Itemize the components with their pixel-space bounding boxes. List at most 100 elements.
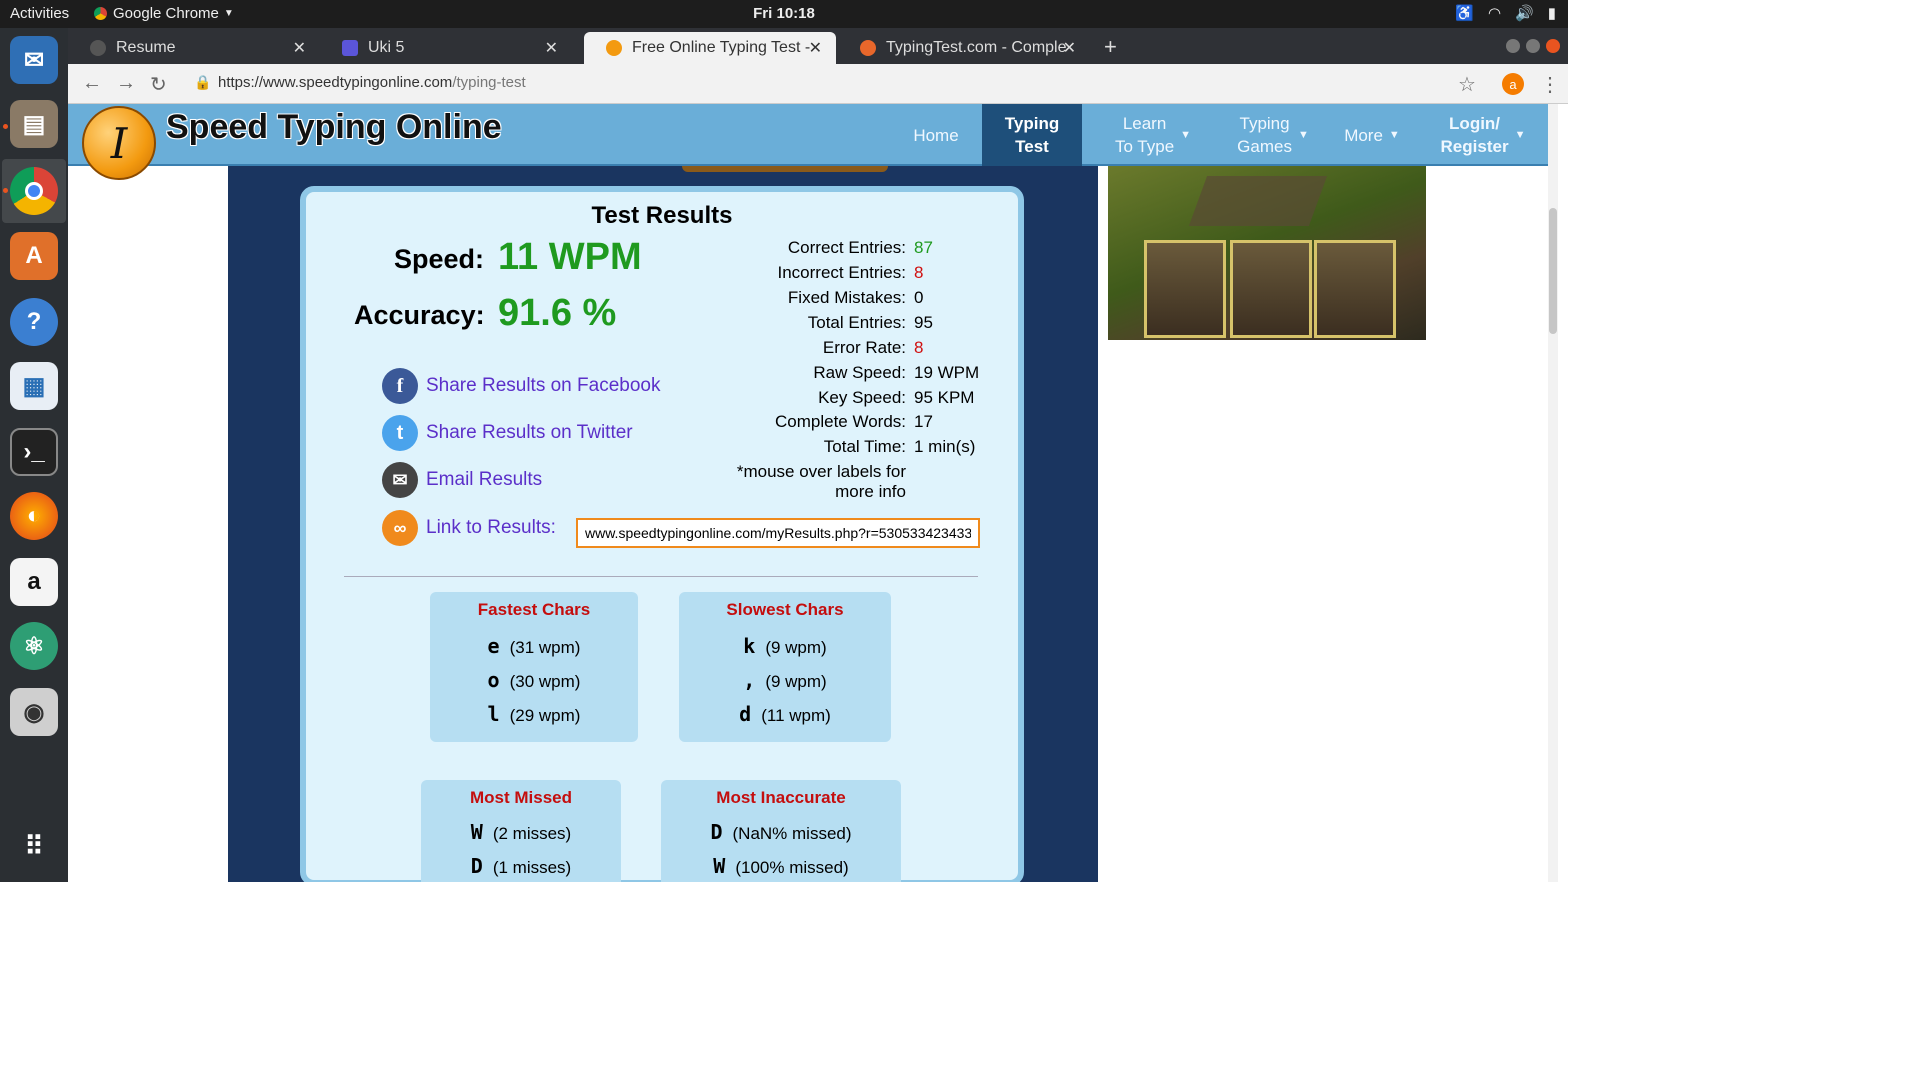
- battery-icon[interactable]: ▮: [1548, 4, 1556, 22]
- activities-button[interactable]: Activities: [10, 5, 69, 22]
- char-info: (1 misses): [492, 858, 572, 877]
- running-indicator: [3, 188, 8, 193]
- close-icon[interactable]: ✕: [545, 38, 558, 58]
- volume-icon[interactable]: 🔊: [1515, 4, 1534, 22]
- atom-icon[interactable]: ⚛: [10, 622, 58, 670]
- slowest-chars-title: Slowest Chars: [726, 600, 844, 619]
- software-center-icon[interactable]: A: [10, 232, 58, 280]
- site-logo[interactable]: I: [82, 106, 156, 180]
- share-facebook-link[interactable]: f Share Results on Facebook: [382, 368, 660, 404]
- forward-arrow-icon[interactable]: →: [116, 72, 136, 95]
- chrome-small-icon: [94, 7, 107, 20]
- tab-title: TypingTest.com - Complete: [886, 39, 1066, 56]
- page-scrollbar[interactable]: [1548, 104, 1558, 882]
- total-time-label[interactable]: Total Time:: [666, 437, 906, 457]
- lock-icon: 🔒: [194, 74, 212, 90]
- nav-label: Typing Games: [1237, 114, 1292, 156]
- amazon-icon[interactable]: a: [10, 558, 58, 606]
- menu-kebab-icon[interactable]: ⋮: [1540, 72, 1560, 97]
- correct-entries-label[interactable]: Correct Entries:: [666, 238, 906, 258]
- nav-label: Home: [913, 125, 959, 145]
- chrome-icon[interactable]: [10, 167, 58, 215]
- tab-resume[interactable]: Resume ✕: [68, 32, 320, 64]
- share-facebook-label: Share Results on Facebook: [426, 375, 661, 396]
- nav-learn-to-type[interactable]: Learn To Type ▼: [1098, 104, 1208, 166]
- facebook-icon: f: [382, 368, 418, 404]
- bookmark-star-icon[interactable]: ☆: [1458, 72, 1476, 97]
- slowest-chars-box: Slowest Chars k (9 wpm) , (9 wpm) d (11 wpm…: [679, 592, 891, 742]
- game-advertisement[interactable]: [1108, 166, 1426, 340]
- incorrect-entries-label[interactable]: Incorrect Entries:: [666, 263, 907, 283]
- new-tab-button[interactable]: +: [1104, 34, 1117, 60]
- char-info: (100% missed): [735, 858, 849, 877]
- char-glyph: d: [739, 702, 752, 726]
- char-row: W (100% missed): [661, 854, 901, 878]
- tab-typingtest-com[interactable]: TypingTest.com - Complete ✕: [838, 32, 1090, 64]
- note-line: *mouse over labels for: [736, 462, 906, 481]
- char-glyph: k: [743, 634, 756, 658]
- document-viewer-icon[interactable]: ▦: [10, 362, 58, 410]
- site-brand[interactable]: Speed Typing Online: [166, 108, 502, 147]
- system-tray[interactable]: ♿ ◠ 🔊 ▮: [1455, 4, 1556, 22]
- link-to-results[interactable]: ∞ Link to Results:: [382, 510, 556, 546]
- results-link-input[interactable]: [576, 518, 980, 548]
- maximize-button[interactable]: [1526, 39, 1540, 53]
- chain-link-icon: ∞: [382, 510, 418, 546]
- firefox-icon[interactable]: ◐: [10, 492, 58, 540]
- tab-typing-test[interactable]: Free Online Typing Test - S ✕: [584, 32, 836, 64]
- link-to-results-label: Link to Results:: [426, 517, 556, 538]
- tab-title: Uki 5: [368, 39, 405, 56]
- char-row: o (30 wpm): [430, 668, 638, 692]
- nav-typing-test[interactable]: Typing Test: [982, 104, 1082, 166]
- nav-login-register[interactable]: Login/ Register ▼: [1428, 104, 1538, 166]
- nav-typing-games[interactable]: Typing Games ▼: [1218, 104, 1328, 166]
- url-path: /typing-test: [452, 74, 526, 91]
- complete-words-label[interactable]: Complete Words:: [666, 412, 906, 432]
- back-arrow-icon[interactable]: ←: [82, 72, 102, 95]
- raw-speed-value: 19 WPM: [914, 363, 980, 382]
- close-icon[interactable]: ✕: [809, 38, 822, 58]
- knight-card: [1230, 240, 1312, 338]
- reload-icon[interactable]: ↻: [150, 72, 167, 97]
- minimize-button[interactable]: [1506, 39, 1520, 53]
- share-twitter-link[interactable]: t Share Results on Twitter: [382, 415, 633, 451]
- raw-speed-label[interactable]: Raw Speed:: [666, 363, 906, 383]
- accuracy-label: Accuracy:: [354, 300, 485, 330]
- site-navbar: Speed Typing Online Home Typing Test Lea…: [68, 104, 1554, 166]
- fixed-mistakes-label[interactable]: Fixed Mistakes:: [666, 288, 906, 308]
- nav-more[interactable]: More ▼: [1332, 104, 1412, 166]
- accuracy-value: 91.6 %: [498, 292, 617, 334]
- app-menu[interactable]: Google Chrome ▼: [94, 5, 234, 22]
- scrollbar-thumb[interactable]: [1549, 208, 1557, 334]
- system-top-bar: Activities Google Chrome ▼ Fri 10:18 ♿ ◠…: [0, 0, 1568, 28]
- error-rate-label[interactable]: Error Rate:: [666, 338, 906, 358]
- close-window-button[interactable]: [1546, 39, 1560, 53]
- files-icon[interactable]: ▤: [10, 100, 58, 148]
- most-inaccurate-box: Most Inaccurate D (NaN% missed) W (100% mi…: [661, 780, 901, 882]
- email-results-link[interactable]: ✉ Email Results: [382, 462, 542, 498]
- nav-home[interactable]: Home: [894, 104, 978, 166]
- thunderbird-icon[interactable]: ✉: [10, 36, 58, 84]
- terminal-icon[interactable]: ›_: [10, 428, 58, 476]
- char-row: , (9 wpm): [679, 668, 891, 692]
- profile-avatar[interactable]: a: [1502, 73, 1524, 95]
- speed-value: 11 WPM: [498, 236, 642, 278]
- tab-uki[interactable]: Uki 5 ✕: [320, 32, 572, 64]
- running-indicator: [3, 124, 8, 129]
- accessibility-icon[interactable]: ♿: [1455, 4, 1474, 22]
- total-entries-label[interactable]: Total Entries:: [666, 313, 906, 333]
- show-apps-icon[interactable]: ⠿: [10, 822, 58, 870]
- close-icon[interactable]: ✕: [293, 38, 306, 58]
- address-bar[interactable]: https://www.speedtypingonline.com/typing…: [218, 74, 526, 91]
- camera-icon[interactable]: ◉: [10, 688, 58, 736]
- char-glyph: o: [487, 668, 500, 692]
- close-icon[interactable]: ✕: [1063, 38, 1076, 58]
- nav-label: More: [1344, 125, 1383, 145]
- char-row: W (2 misses): [421, 820, 621, 844]
- clock[interactable]: Fri 10:18: [753, 5, 815, 22]
- help-icon[interactable]: ?: [10, 298, 58, 346]
- wifi-icon[interactable]: ◠: [1488, 4, 1501, 22]
- key-speed-label[interactable]: Key Speed:: [666, 388, 906, 408]
- char-glyph: ,: [743, 668, 756, 692]
- stats-values: 87 8 0 95 8 19 WPM 95 KPM 17 1 min(s): [914, 238, 1014, 498]
